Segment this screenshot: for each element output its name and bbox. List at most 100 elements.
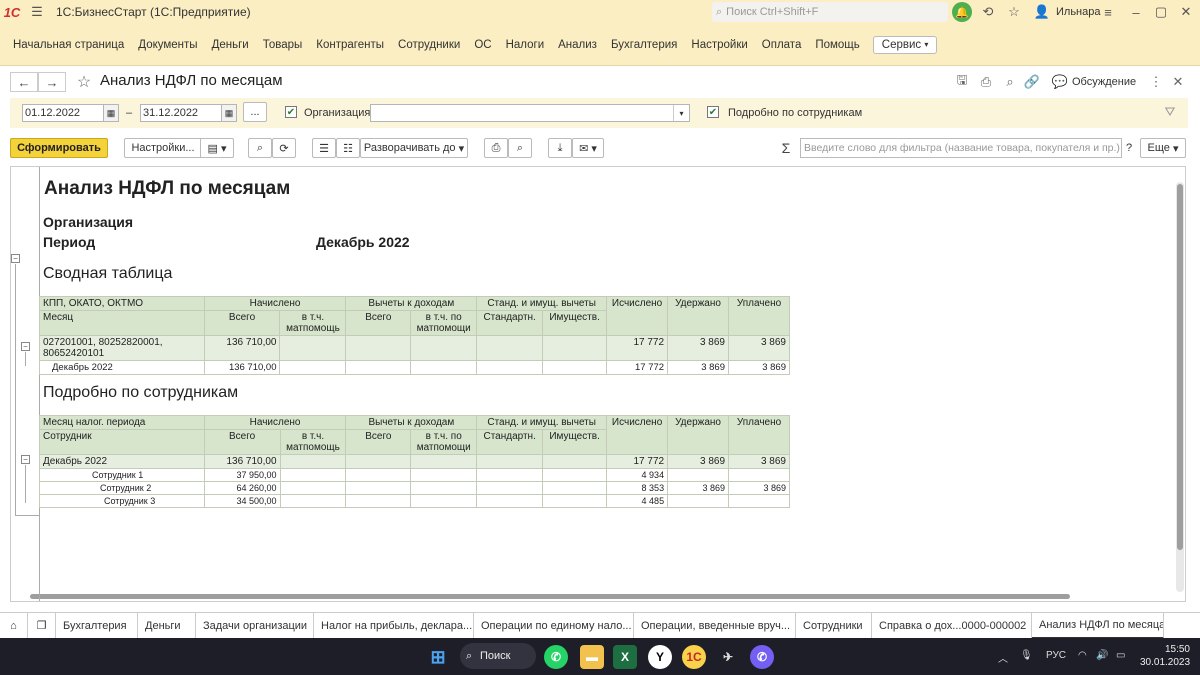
table-row[interactable]: 027201001, 80252820001, 80652420101 136 …	[39, 335, 791, 361]
windows-start-icon[interactable]: ⊞	[426, 645, 450, 669]
more-vertical-icon[interactable]: ⋮	[1146, 72, 1166, 92]
tab-accounting[interactable]: Бухгалтерия	[56, 612, 138, 639]
whatsapp-icon[interactable]: ✆	[544, 645, 568, 669]
more-button[interactable]: Еще ▾	[1140, 138, 1186, 158]
menu-item-6[interactable]: ОС	[467, 39, 498, 51]
discussion-icon[interactable]: 💬	[1050, 72, 1070, 92]
menu-item-1[interactable]: Документы	[131, 39, 204, 51]
tab-ndfl-analysis[interactable]: Анализ НДФЛ по месяцам	[1032, 612, 1164, 639]
excel-icon[interactable]: X	[613, 645, 637, 669]
table-row[interactable]: Сотрудник 1 37 950,00 4 934	[39, 468, 790, 482]
table-row[interactable]: Сотрудник 3 34 500,00 4 485	[39, 494, 790, 508]
refresh-search-icon[interactable]: ⟳	[272, 138, 296, 158]
taskbar-search[interactable]: ⌕ Поиск	[460, 643, 536, 669]
menu-item-3[interactable]: Товары	[256, 39, 310, 51]
hamburger-menu-icon[interactable]: ☰	[24, 0, 50, 24]
horizontal-scroll-thumb[interactable]	[30, 594, 1070, 599]
print-icon[interactable]: ⎙	[484, 138, 508, 158]
menu-item-8[interactable]: Анализ	[551, 39, 604, 51]
paper-plane-icon[interactable]: ✈	[716, 645, 740, 669]
system-clock[interactable]: 15:50 30.01.2023	[1140, 643, 1190, 669]
menu-item-5[interactable]: Сотрудники	[391, 39, 467, 51]
collapse-toggle-icon[interactable]: −	[21, 342, 30, 351]
menu-item-7[interactable]: Налоги	[499, 39, 552, 51]
volume-icon[interactable]: 🔊	[1096, 650, 1108, 661]
period-select-button[interactable]: ...	[243, 102, 267, 122]
group-collapse-icon[interactable]: ☷	[336, 138, 360, 158]
download-icon[interactable]: ⤓	[548, 138, 572, 158]
calendar-icon[interactable]: ▦	[221, 104, 237, 122]
vertical-scroll-thumb[interactable]	[1177, 184, 1183, 550]
organization-field[interactable]: ▾	[370, 104, 690, 122]
print-icon[interactable]: ⎙	[976, 72, 996, 92]
close-doc-icon[interactable]: ✕	[1168, 72, 1188, 92]
discussion-button[interactable]: Обсуждение	[1072, 76, 1136, 88]
menu-item-2[interactable]: Деньги	[205, 39, 256, 51]
collapse-toggle-icon[interactable]: −	[11, 254, 20, 263]
tab-single-tax-operations[interactable]: Операции по единому нало...	[474, 612, 634, 639]
link-icon[interactable]: 🔗	[1022, 72, 1042, 92]
sum-icon[interactable]: Σ	[776, 138, 796, 158]
menu-item-10[interactable]: Настройки	[684, 39, 754, 51]
favorite-star-icon[interactable]: ☆	[74, 72, 94, 92]
collapse-toggle-icon[interactable]: −	[21, 455, 30, 464]
tab-profit-tax[interactable]: Налог на прибыль, деклара...	[314, 612, 474, 639]
settings-sliders-icon[interactable]: ≡	[1096, 0, 1120, 24]
report-filter-input[interactable]: Введите слово для фильтра (название това…	[800, 138, 1122, 158]
maximize-icon[interactable]: ▢	[1149, 0, 1173, 24]
search-icon[interactable]: ⌕	[248, 138, 272, 158]
tab-employees[interactable]: Сотрудники	[796, 612, 872, 639]
language-indicator[interactable]: РУС	[1046, 650, 1066, 661]
email-icon[interactable]: ✉ ▾	[572, 138, 604, 158]
tab-money[interactable]: Деньги	[138, 612, 196, 639]
user-icon[interactable]: 👤	[1030, 0, 1054, 24]
tab-org-tasks[interactable]: Задачи организации	[196, 612, 314, 639]
user-name[interactable]: Ильнара	[1056, 6, 1100, 18]
tab-income-certificate[interactable]: Справка о дох...0000-000002	[872, 612, 1032, 639]
detail-checkbox[interactable]: ✔	[707, 106, 719, 118]
expand-to-dropdown[interactable]: Разворачивать до ▾	[360, 138, 468, 158]
tab-manual-operations[interactable]: Операции, введенные вруч...	[634, 612, 796, 639]
minimize-icon[interactable]: –	[1124, 0, 1148, 24]
global-search-input[interactable]: ⌕ Поиск Ctrl+Shift+F	[712, 2, 948, 22]
battery-icon[interactable]: ▭	[1116, 650, 1125, 661]
date-to-field[interactable]: 31.12.2022	[140, 104, 222, 122]
filter-icon[interactable]: ⛛	[1160, 102, 1180, 122]
print-preview-icon[interactable]: ⌕	[508, 138, 532, 158]
settings-button[interactable]: Настройки...	[124, 138, 202, 158]
menu-item-11[interactable]: Оплата	[755, 39, 809, 51]
org-checkbox[interactable]: ✔	[285, 106, 297, 118]
tray-chevron-icon[interactable]: ︿	[998, 650, 1008, 665]
calendar-icon[interactable]: ▦	[103, 104, 119, 122]
forward-arrow-icon[interactable]: →	[38, 72, 66, 92]
date-from-field[interactable]: 01.12.2022	[22, 104, 104, 122]
windows-list-icon[interactable]: ❐	[28, 612, 56, 639]
notification-bell-icon[interactable]: 🔔	[952, 2, 972, 22]
save-icon[interactable]: 🖫	[952, 72, 972, 92]
menu-item-0[interactable]: Начальная страница	[6, 39, 131, 51]
menu-item-9[interactable]: Бухгалтерия	[604, 39, 684, 51]
table-row[interactable]: Сотрудник 2 64 260,00 8 353 3 869 3 869	[39, 481, 790, 495]
back-arrow-icon[interactable]: ←	[10, 72, 38, 92]
yandex-browser-icon[interactable]: Y	[648, 645, 672, 669]
1c-app-icon[interactable]: 1С	[682, 645, 706, 669]
table-row[interactable]: Декабрь 2022 136 710,00 17 772 3 869 3 8…	[39, 454, 790, 469]
viber-icon[interactable]: ✆	[750, 645, 774, 669]
history-icon[interactable]: ⟲	[976, 0, 1000, 24]
close-icon[interactable]: ✕	[1174, 0, 1198, 24]
microphone-icon[interactable]: 🎙	[1020, 650, 1033, 661]
table-row[interactable]: Декабрь 2022 136 710,00 17 772 3 869 3 8…	[39, 360, 791, 375]
group-expand-icon[interactable]: ☰	[312, 138, 336, 158]
wifi-icon[interactable]: ◠	[1078, 650, 1087, 661]
menu-item-4[interactable]: Контрагенты	[309, 39, 391, 51]
service-menu-button[interactable]: Сервис ▾	[872, 35, 938, 54]
file-explorer-icon[interactable]: ▬	[580, 645, 604, 669]
menu-item-12[interactable]: Помощь	[808, 39, 866, 51]
home-icon[interactable]: ⌂	[0, 612, 28, 639]
variants-icon[interactable]: ▤ ▾	[200, 138, 234, 158]
preview-icon[interactable]: ⌕	[1000, 72, 1020, 92]
favorites-star-icon[interactable]: ☆	[1002, 0, 1026, 24]
dropdown-arrow-icon[interactable]: ▾	[673, 105, 689, 121]
help-icon[interactable]: ?	[1126, 142, 1132, 154]
generate-button[interactable]: Сформировать	[10, 138, 108, 158]
